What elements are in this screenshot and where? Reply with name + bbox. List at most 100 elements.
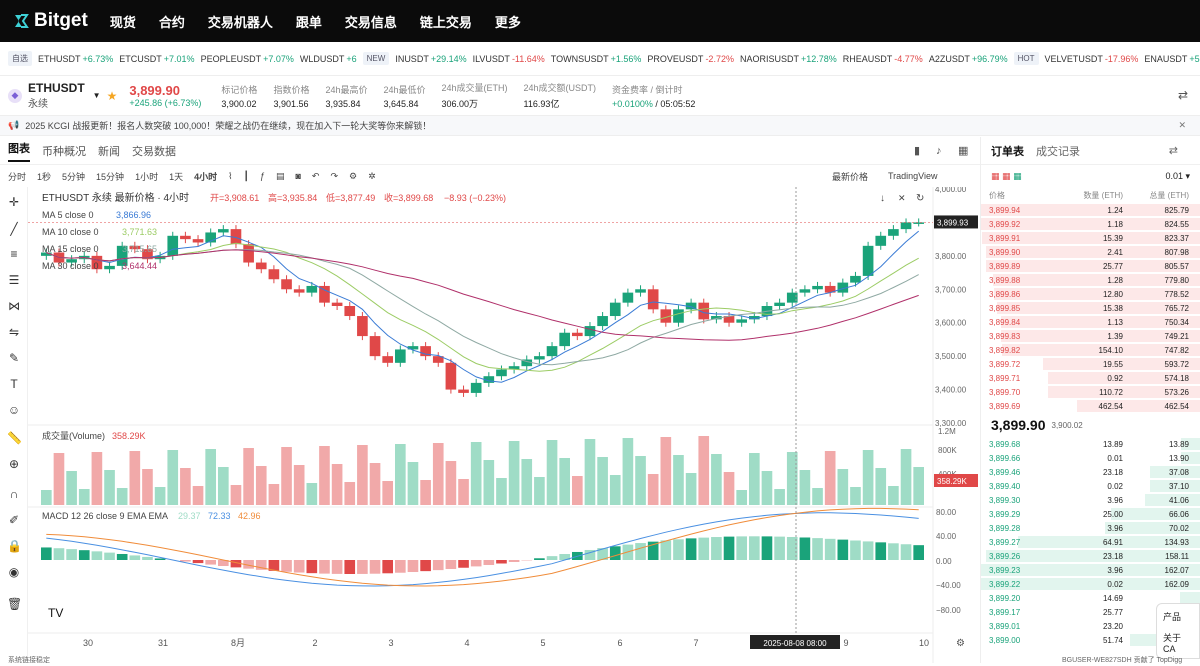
chevron-down-icon[interactable]: ▼ [93, 91, 101, 100]
camera-icon[interactable]: ◙ [295, 171, 300, 181]
ticker-item[interactable]: A2ZUSDT+96.79% [929, 54, 1008, 64]
undo-icon[interactable]: ↶ [312, 171, 320, 182]
ask-row[interactable]: 3,899.941.24825.79 [981, 203, 1200, 217]
price-mode-select[interactable]: 最新价格 [832, 170, 868, 183]
ask-row[interactable]: 3,899.841.13750.34 [981, 315, 1200, 329]
ask-row[interactable]: 3,899.9115.39823.37 [981, 231, 1200, 245]
crosshair-icon[interactable]: ✛ [7, 195, 21, 209]
ticker-item[interactable]: ENAUSDT+5.31% [1144, 54, 1200, 64]
tab-orderbook[interactable]: 订单表 [991, 143, 1024, 159]
brand-logo[interactable]: Bitget [12, 10, 88, 32]
ask-row[interactable]: 3,899.69462.54462.54 [981, 399, 1200, 413]
ask-row[interactable]: 3,899.902.41807.98 [981, 245, 1200, 259]
ticker-item[interactable]: RHEAUSDT-4.77% [843, 54, 923, 64]
interval-5m[interactable]: 5分钟 [62, 170, 85, 183]
candle-icon[interactable]: ┃ [244, 171, 249, 182]
close-icon[interactable]: ✕ [1178, 120, 1186, 131]
nav-copy[interactable]: 跟单 [296, 12, 322, 31]
nav-bots[interactable]: 交易机器人 [208, 12, 273, 31]
tab-trades[interactable]: 成交记录 [1036, 143, 1080, 159]
nav-onchain[interactable]: 链上交易 [420, 12, 472, 31]
swap-icon[interactable]: ⇄ [1169, 144, 1178, 157]
template-icon[interactable]: ▤ [276, 171, 285, 182]
magnet-icon[interactable]: ∩ [7, 487, 21, 501]
gear-icon[interactable]: ✲ [368, 171, 376, 182]
ask-row[interactable]: 3,899.8925.77805.57 [981, 259, 1200, 273]
chart-svg[interactable]: ETHUSDT 永续 最新价格 · 4小时开=3,908.61高=3,935.8… [28, 187, 980, 663]
ticker-item[interactable]: VELVETUSDT-17.96% [1045, 54, 1139, 64]
nav-futures[interactable]: 合约 [159, 12, 185, 31]
ticker-item[interactable]: ILVUSDT-11.64% [473, 54, 545, 64]
symbol-selector[interactable]: ◆ ETHUSDT 永续 ▼ ★ [8, 81, 117, 110]
ticker-item[interactable]: PEOPLEUSDT+7.07% [201, 54, 294, 64]
tag-new[interactable]: NEW [363, 52, 390, 65]
redo-icon[interactable]: ↷ [330, 171, 338, 182]
bid-row[interactable]: 3,899.4623.1837.08 [981, 465, 1200, 479]
settings-icon[interactable]: ⚙ [349, 171, 357, 182]
ruler-icon[interactable]: 📏 [7, 431, 21, 445]
bell-icon[interactable]: ♪ [936, 145, 942, 157]
tag-favorites[interactable]: 自选 [8, 51, 32, 66]
ticker-item[interactable]: NAORISUSDT+12.78% [740, 54, 837, 64]
hlines-icon[interactable]: ≡ [7, 247, 21, 261]
bid-row[interactable]: 3,899.400.0237.10 [981, 479, 1200, 493]
pattern-icon[interactable]: ⋈ [7, 299, 21, 313]
floating-menu[interactable]: 产品 关于 CA [1156, 603, 1200, 659]
interval-15m[interactable]: 15分钟 [96, 170, 124, 183]
bid-row[interactable]: 3,899.6813.8913.89 [981, 437, 1200, 451]
ask-row[interactable]: 3,899.831.39749.21 [981, 329, 1200, 343]
star-icon[interactable]: ★ [107, 89, 118, 103]
ticker-item[interactable]: INUSDT+29.14% [395, 54, 466, 64]
nav-spot[interactable]: 现货 [110, 12, 136, 31]
depth-view-icons[interactable]: ▦ ▦ ▦ [991, 171, 1022, 182]
ticker-item[interactable]: WLDUSDT+6 [300, 54, 357, 64]
tradingview-toggle[interactable]: TradingView [888, 171, 938, 181]
interval-1h[interactable]: 1小时 [135, 170, 158, 183]
ask-row[interactable]: 3,899.921.18824.55 [981, 217, 1200, 231]
lock-icon[interactable]: 🔒 [7, 539, 21, 553]
interval-1d[interactable]: 1天 [169, 170, 183, 183]
interval-line[interactable]: 分时 [8, 170, 26, 183]
ticker-item[interactable]: ETHUSDT+6.73% [38, 54, 113, 64]
bid-row[interactable]: 3,899.283.9670.02 [981, 521, 1200, 535]
bid-row[interactable]: 3,899.303.9641.06 [981, 493, 1200, 507]
precision-select[interactable]: 0.01 ▾ [1165, 171, 1190, 182]
ticker-item[interactable]: ETCUSDT+7.01% [119, 54, 194, 64]
smiley-icon[interactable]: ☺ [7, 403, 21, 417]
brush-icon[interactable]: ✎ [7, 351, 21, 365]
tag-hot[interactable]: HOT [1014, 52, 1039, 65]
tab-trade-data[interactable]: 交易数据 [132, 143, 176, 159]
ticker-item[interactable]: TOWNSUSDT+1.56% [551, 54, 642, 64]
swap-icon[interactable]: ⇄ [1178, 88, 1188, 102]
interval-1s[interactable]: 1秒 [37, 170, 51, 183]
ask-row[interactable]: 3,899.70110.72573.26 [981, 385, 1200, 399]
ask-row[interactable]: 3,899.881.28779.80 [981, 273, 1200, 287]
ask-row[interactable]: 3,899.82154.10747.82 [981, 343, 1200, 357]
zoom-icon[interactable]: ⊕ [7, 457, 21, 471]
book-icon[interactable]: ▮ [914, 144, 920, 157]
nav-info[interactable]: 交易信息 [345, 12, 397, 31]
ask-row[interactable]: 3,899.710.92574.18 [981, 371, 1200, 385]
bid-row[interactable]: 3,899.220.02162.09 [981, 577, 1200, 591]
bid-row[interactable]: 3,899.233.96162.07 [981, 563, 1200, 577]
ticker-item[interactable]: PROVEUSDT-2.72% [647, 54, 734, 64]
nav-more[interactable]: 更多 [495, 12, 521, 31]
announcement-bar[interactable]: 📢 2025 KCGI 战报更新！报名人数突破 100,000！荣耀之战仍在继续… [0, 116, 1200, 136]
trash-icon[interactable]: 🗑 [7, 597, 21, 611]
text-icon[interactable]: T [7, 377, 21, 391]
bid-row[interactable]: 3,899.2764.91134.93 [981, 535, 1200, 549]
bid-row[interactable]: 3,899.2623.18158.11 [981, 549, 1200, 563]
indicator-icon[interactable]: ƒ [260, 171, 265, 181]
ask-row[interactable]: 3,899.8515.38765.72 [981, 301, 1200, 315]
forecast-icon[interactable]: ⇋ [7, 325, 21, 339]
bid-row[interactable]: 3,899.660.0113.90 [981, 451, 1200, 465]
chart-type-icon[interactable]: ⌇ [228, 171, 232, 182]
tab-chart[interactable]: 图表 [8, 140, 30, 162]
eye-icon[interactable]: ◉ [7, 565, 21, 579]
interval-4h[interactable]: 4小时 [194, 170, 217, 183]
candlestick-chart[interactable]: ETHUSDT 永续 最新价格 · 4小时开=3,908.61高=3,935.8… [28, 187, 980, 663]
lock-draw-icon[interactable]: ✐ [7, 513, 21, 527]
tab-news[interactable]: 新闻 [98, 143, 120, 159]
ask-row[interactable]: 3,899.8612.80778.52 [981, 287, 1200, 301]
fib-icon[interactable]: ☰ [7, 273, 21, 287]
